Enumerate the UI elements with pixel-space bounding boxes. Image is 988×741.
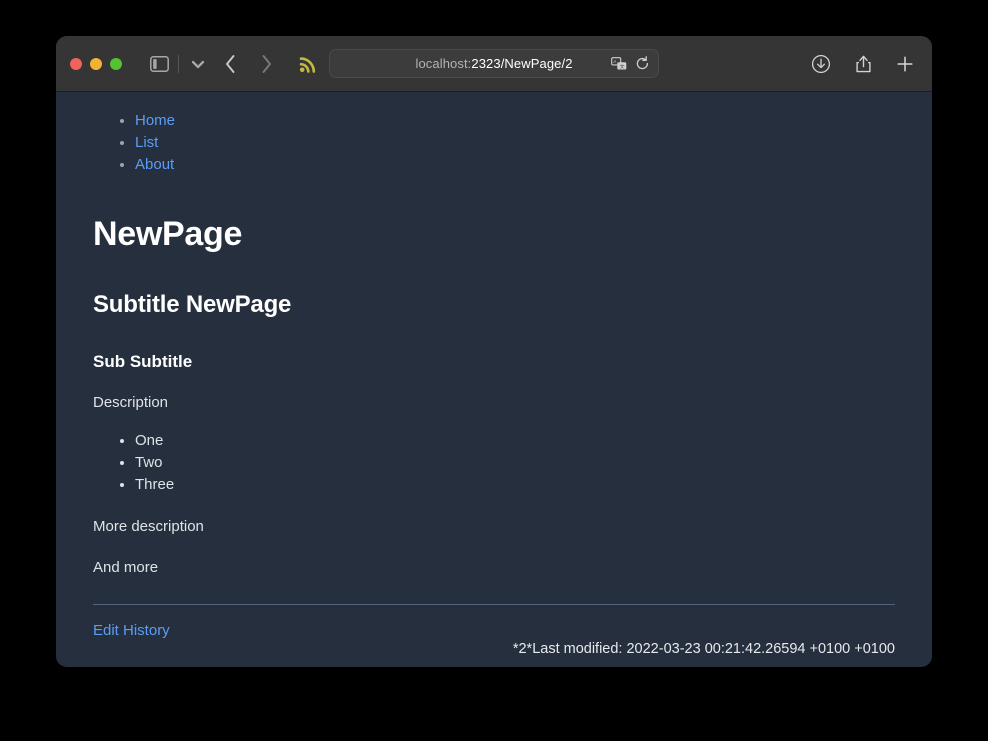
chevron-down-icon xyxy=(191,60,205,68)
plus-icon xyxy=(897,55,913,72)
toolbar-right-actions xyxy=(808,36,918,91)
tab-overview-button[interactable] xyxy=(185,50,211,78)
nav-item-about: About xyxy=(135,154,895,176)
rss-icon xyxy=(299,56,316,73)
translate-icon: A 文 xyxy=(611,56,627,70)
translate-button[interactable]: A 文 xyxy=(611,56,627,71)
footer-divider xyxy=(93,604,895,605)
back-button[interactable] xyxy=(217,50,243,78)
reload-icon xyxy=(636,56,649,70)
window-controls xyxy=(70,57,122,70)
nav-item-list: List xyxy=(135,132,895,154)
url-path: 2323/NewPage/2 xyxy=(471,56,573,71)
address-bar-actions: A 文 xyxy=(611,50,650,77)
maximize-window-button[interactable] xyxy=(110,57,122,70)
description-list: One Two Three xyxy=(135,430,895,496)
chevron-left-icon xyxy=(225,54,234,73)
share-button[interactable] xyxy=(850,50,876,78)
nav-link-list[interactable]: List xyxy=(135,134,158,151)
svg-text:文: 文 xyxy=(620,63,625,70)
url-host-prefix: localhost: xyxy=(415,56,472,71)
chevron-right-icon xyxy=(262,54,271,73)
more-description-text: More description xyxy=(93,518,204,535)
page-subtitle: Subtitle NewPage xyxy=(93,291,292,318)
list-item: Three xyxy=(135,474,895,496)
page-content: Home List About NewPage Subtitle NewPage… xyxy=(93,110,895,662)
site-navigation: Home List About xyxy=(135,110,895,176)
nav-link-about[interactable]: About xyxy=(135,156,174,173)
and-more-text: And more xyxy=(93,559,159,576)
address-bar-container: localhost:2323/NewPage/2 A 文 xyxy=(329,49,659,78)
page-title: NewPage xyxy=(93,215,243,253)
browser-toolbar: localhost:2323/NewPage/2 A 文 xyxy=(56,36,932,92)
page-footer: Edit History *2*Last modified: 2022-03-2… xyxy=(93,622,895,662)
nav-item-home: Home xyxy=(135,110,895,132)
sidebar-icon xyxy=(149,55,169,72)
sidebar-toggle-button[interactable] xyxy=(146,50,172,78)
forward-button[interactable] xyxy=(253,50,279,78)
share-icon xyxy=(855,55,871,72)
navigation-buttons xyxy=(217,50,279,78)
url-text: localhost:2323/NewPage/2 xyxy=(415,56,572,71)
downloads-button[interactable] xyxy=(808,50,834,78)
toolbar-divider xyxy=(178,54,179,73)
reload-button[interactable] xyxy=(635,56,650,71)
svg-text:A: A xyxy=(613,59,617,64)
list-item: Two xyxy=(135,452,895,474)
description-text: Description xyxy=(93,394,169,411)
rss-feed-extension-button[interactable] xyxy=(295,50,321,78)
last-modified-text: *2*Last modified: 2022-03-23 00:21:42.26… xyxy=(512,641,895,657)
browser-window: localhost:2323/NewPage/2 A 文 • Home • Li… xyxy=(56,36,932,667)
page-sub-subtitle: Sub Subtitle xyxy=(93,352,193,371)
close-window-button[interactable] xyxy=(70,57,82,70)
minimize-window-button[interactable] xyxy=(90,57,102,70)
page-viewport: Home List About NewPage Subtitle NewPage… xyxy=(56,92,932,666)
download-icon xyxy=(811,54,831,73)
edit-history-link[interactable]: Edit History xyxy=(93,622,170,639)
list-item: One xyxy=(135,430,895,452)
new-tab-button[interactable] xyxy=(892,50,918,78)
nav-link-home[interactable]: Home xyxy=(135,112,175,129)
address-bar[interactable]: localhost:2323/NewPage/2 A 文 xyxy=(329,49,659,78)
